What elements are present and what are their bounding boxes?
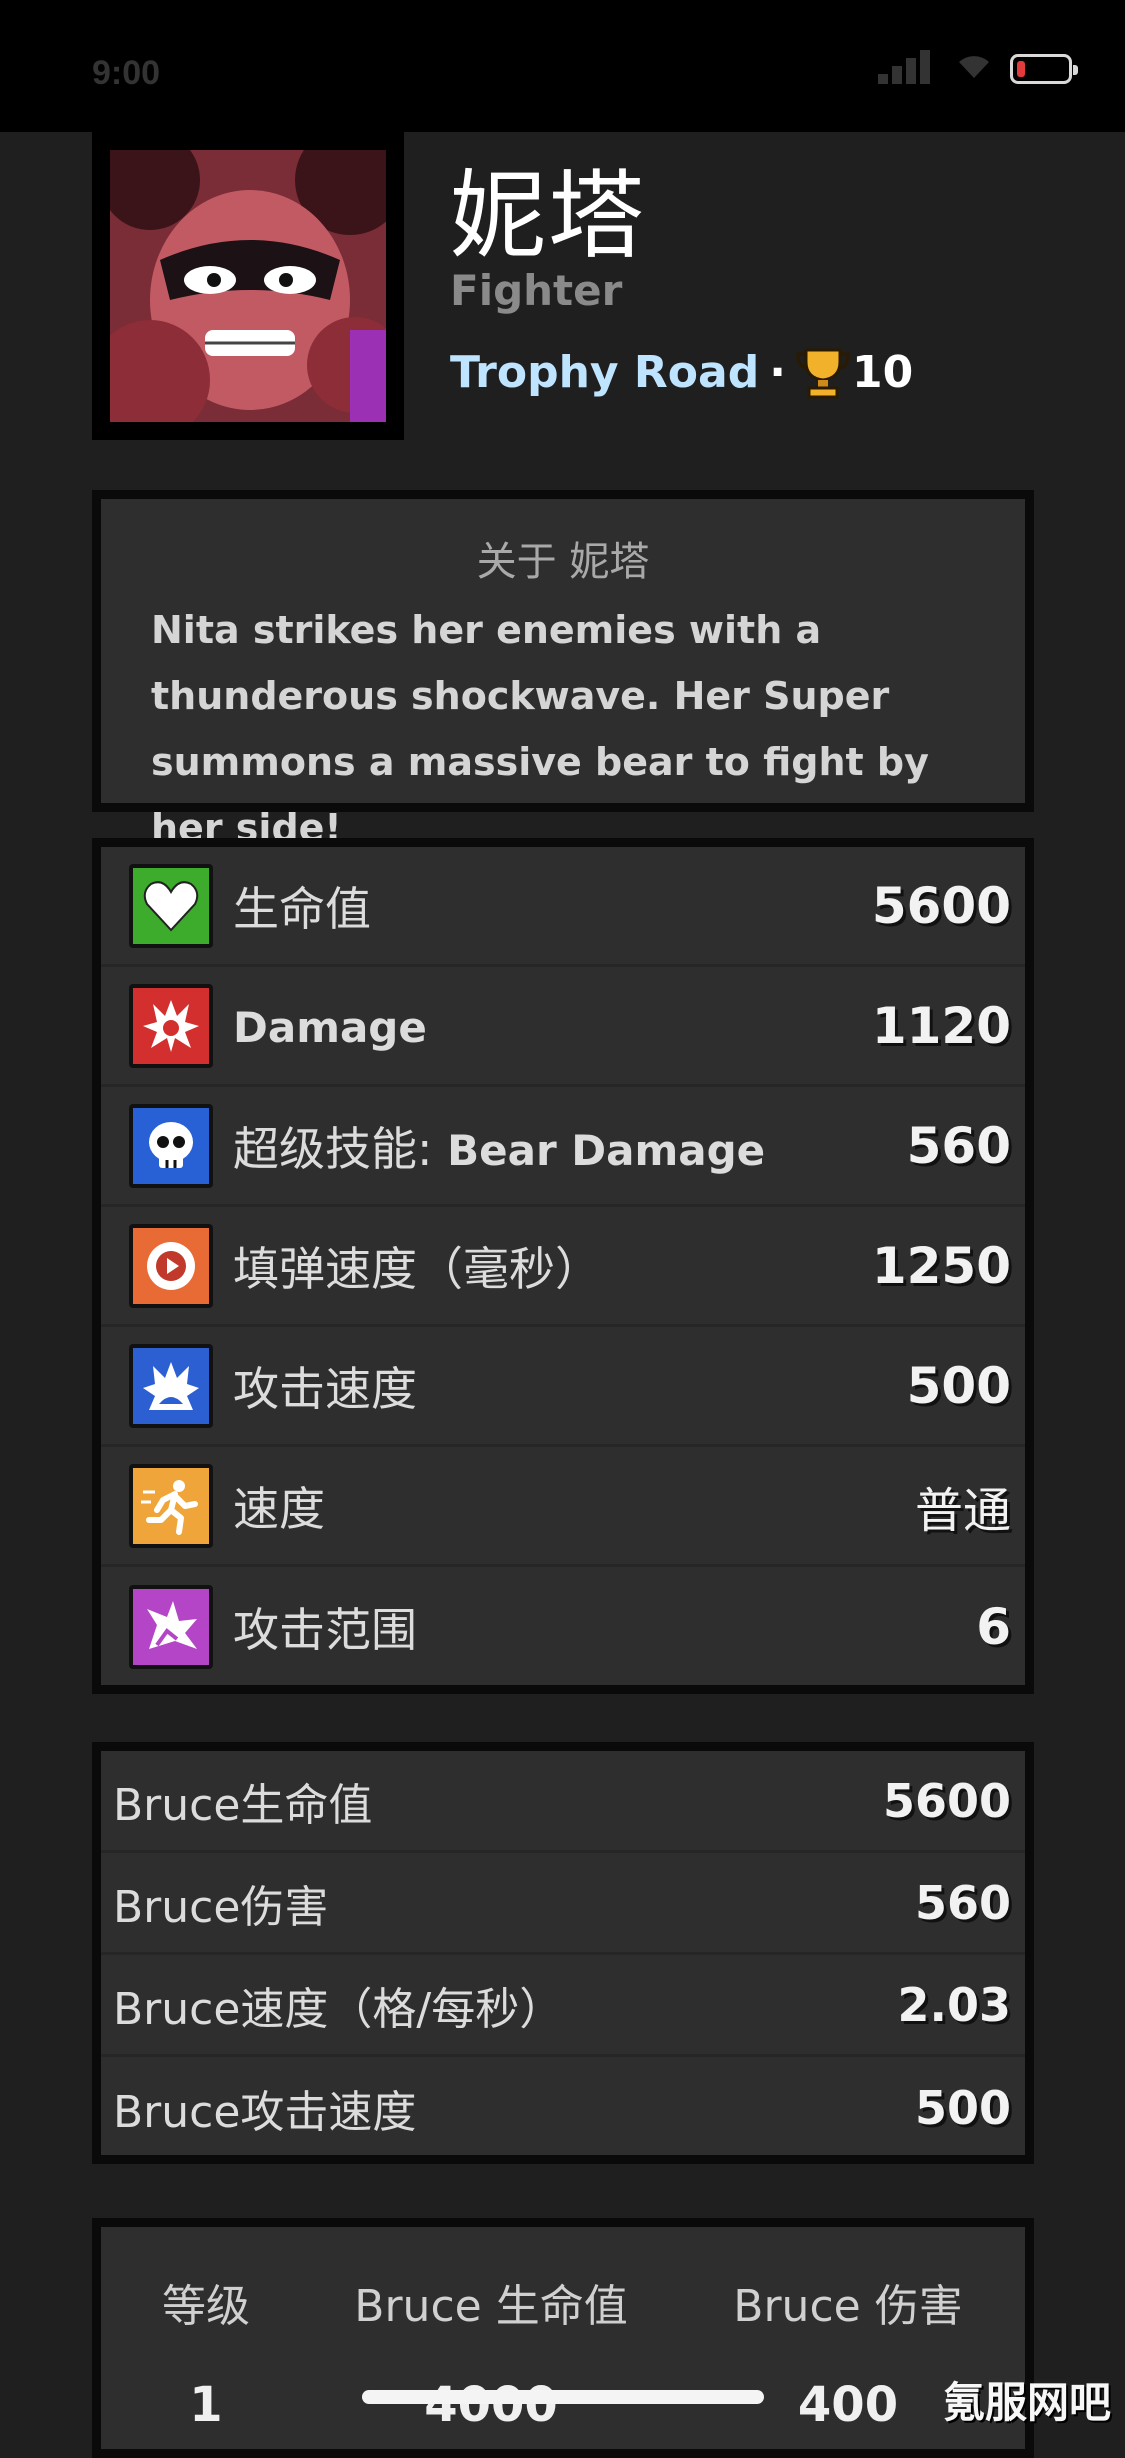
- stat-label: 攻击范围: [233, 1603, 417, 1657]
- column-header-health: Bruce 生命值: [354, 2281, 628, 2332]
- bruce-row: Bruce攻击速度 500: [101, 2057, 1025, 2159]
- bruce-row: Bruce生命值 5600: [101, 1751, 1025, 1853]
- bruce-value: 560: [914, 1875, 1011, 1930]
- home-indicator[interactable]: [362, 2390, 764, 2404]
- stat-label: 超级技能: Bear Damage: [233, 1113, 765, 1179]
- stat-row-speed: 速度 普通: [101, 1447, 1025, 1567]
- bruce-level-table: 等级 Bruce 生命值 Bruce 伤害 1 4000 400: [92, 2218, 1034, 2458]
- bruce-row: Bruce伤害 560: [101, 1853, 1025, 1955]
- stat-label-prefix: 超级技能:: [233, 1121, 433, 1176]
- stat-label-bold: Damage: [233, 1002, 427, 1052]
- stat-value: 560: [906, 1116, 1011, 1175]
- signal-icon: [878, 48, 934, 84]
- stat-label: 填弹速度（毫秒）: [233, 1241, 601, 1296]
- table-cell: 1: [189, 2377, 223, 2433]
- stat-value: 1120: [871, 996, 1011, 1055]
- stat-row-range: 攻击范围 6: [101, 1567, 1025, 1687]
- running-man-icon: [129, 1463, 213, 1548]
- table-cell: 4000: [424, 2377, 558, 2433]
- stat-value: 5600: [871, 876, 1011, 935]
- table-header: 等级 Bruce 生命值 Bruce 伤害: [101, 2227, 1025, 2377]
- stat-row-attack-speed: 攻击速度 500: [101, 1327, 1025, 1447]
- stat-label-bold: Bear Damage: [447, 1125, 766, 1175]
- stat-value: 1250: [871, 1236, 1011, 1295]
- table-row: 1 4000 400: [101, 2377, 1025, 2433]
- about-description: Nita strikes her enemies with a thundero…: [151, 608, 929, 850]
- bruce-value: 2.03: [897, 1977, 1012, 2032]
- attack-speed-icon: [129, 1343, 213, 1428]
- reload-clock-icon: [129, 1223, 213, 1308]
- stat-value: 500: [906, 1356, 1011, 1415]
- hero-class: Fighter: [450, 266, 623, 315]
- stat-label: 速度: [233, 1481, 325, 1536]
- stat-value: 6: [976, 1598, 1011, 1656]
- skull-icon: [129, 1103, 213, 1188]
- stat-row-health: 生命值 5600: [101, 847, 1025, 967]
- stat-row-super: 超级技能: Bear Damage 560: [101, 1087, 1025, 1207]
- unlock-source: Trophy Road: [450, 346, 760, 398]
- nita-portrait-image: [110, 150, 386, 422]
- bruce-stats-panel: Bruce生命值 5600 Bruce伤害 560 Bruce速度（格/每秒） …: [92, 1742, 1034, 2164]
- stat-row-damage: Damage 1120: [101, 967, 1025, 1087]
- status-bar: 9:00: [0, 0, 1125, 132]
- separator: ·: [769, 346, 786, 398]
- column-header-level: 等级: [162, 2281, 250, 2332]
- bruce-row: Bruce速度（格/每秒） 2.03: [101, 1955, 1025, 2057]
- unlock-info: Trophy Road · 10: [450, 344, 913, 400]
- about-panel: 关于 妮塔 Nita strikes her enemies with a th…: [92, 490, 1034, 850]
- hero-portrait: [92, 132, 404, 440]
- trophy-icon: [796, 348, 850, 399]
- battery-icon: [1010, 54, 1078, 84]
- stat-value: 普通: [914, 1482, 1011, 1539]
- stat-label: Damage: [233, 999, 427, 1053]
- bruce-label: Bruce生命值: [113, 1779, 373, 1831]
- about-title: 关于 妮塔: [476, 539, 650, 585]
- damage-burst-icon: [129, 983, 213, 1068]
- range-burst-icon: [129, 1585, 213, 1669]
- stats-panel: 生命值 5600 Damage 1120 超级技能: Bear Damage 5…: [92, 838, 1034, 1694]
- stat-row-reload: 填弹速度（毫秒） 1250: [101, 1207, 1025, 1327]
- column-header-damage: Bruce 伤害: [733, 2281, 963, 2332]
- trophy-count: 10: [851, 346, 914, 398]
- watermark: 氪服网吧: [942, 2378, 1111, 2427]
- hero-name: 妮塔: [450, 160, 646, 272]
- bruce-label: Bruce伤害: [113, 1881, 329, 1933]
- wifi-icon: [959, 56, 989, 78]
- bruce-label: Bruce速度（格/每秒）: [113, 1983, 564, 2035]
- bruce-value: 500: [914, 2081, 1011, 2135]
- bruce-label: Bruce攻击速度: [113, 2087, 417, 2138]
- bruce-value: 5600: [882, 1773, 1011, 1828]
- heart-icon: [129, 863, 213, 948]
- stat-label: 攻击速度: [233, 1361, 417, 1416]
- stat-label: 生命值: [233, 881, 371, 936]
- status-time: 9:00: [92, 54, 161, 92]
